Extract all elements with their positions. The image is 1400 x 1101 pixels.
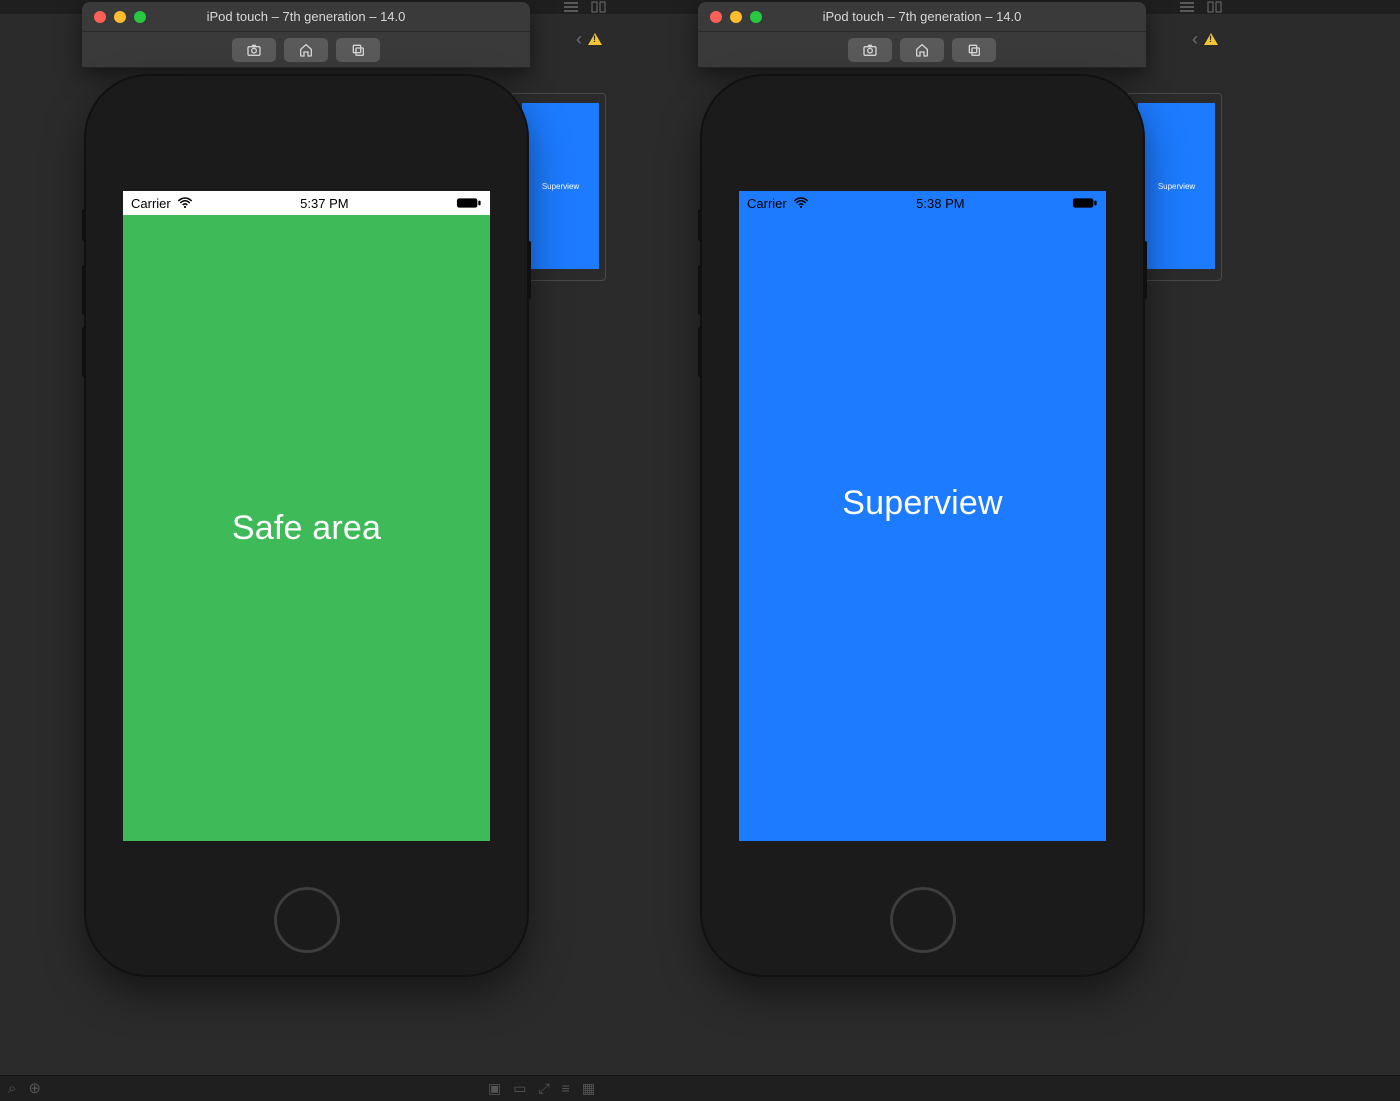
add-icon[interactable]: ⊕ (28, 1079, 41, 1097)
warning-icon[interactable] (1204, 33, 1218, 45)
home-indicator-button[interactable] (890, 887, 956, 953)
carrier-label: Carrier (747, 196, 787, 211)
ib-preview-view: Superview (1138, 103, 1215, 269)
xcode-panel-icons-right (1178, 0, 1224, 14)
volume-up-button[interactable] (82, 265, 86, 315)
home-button[interactable] (900, 38, 944, 62)
status-bar: Carrier 5:37 PM (123, 191, 490, 215)
device-frame-left: Carrier 5:37 PM Safe area (86, 76, 527, 975)
traffic-lights (94, 11, 146, 23)
device-icon[interactable]: ▭ (513, 1080, 526, 1097)
pane-nav-left: ‹ (576, 30, 602, 48)
split-icon[interactable] (1206, 0, 1224, 14)
screenshot-button[interactable] (848, 38, 892, 62)
mute-switch[interactable] (698, 209, 702, 241)
embed-icon[interactable]: ▦ (582, 1080, 595, 1097)
ib-label: Superview (542, 182, 579, 191)
zoom-window-button[interactable] (750, 11, 762, 23)
close-window-button[interactable] (710, 11, 722, 23)
device-screen: Carrier 5:37 PM Safe area (123, 191, 490, 841)
carrier-label: Carrier (131, 196, 171, 211)
mute-switch[interactable] (82, 209, 86, 241)
simulator-window-left: iPod touch – 7th generation – 14.0 (82, 2, 530, 68)
warning-icon[interactable] (588, 33, 602, 45)
simulator-toolbar (82, 32, 530, 68)
canvas-toolbar: ▣ ▭ ⤢ ≡ ▦ (480, 1075, 603, 1101)
power-button[interactable] (1143, 241, 1147, 299)
simulator-titlebar[interactable]: iPod touch – 7th generation – 14.0 (698, 2, 1146, 32)
volume-down-button[interactable] (82, 327, 86, 377)
wifi-icon (793, 197, 809, 209)
simulator-toolbar (698, 32, 1146, 68)
lines-icon[interactable] (562, 0, 580, 14)
ib-preview-view: Superview (522, 103, 599, 269)
xcode-bottom-strip (0, 1075, 1400, 1101)
content-label: Safe area (232, 509, 381, 548)
wifi-icon (177, 197, 193, 209)
device-screen: Superview Carrier 5:38 PM (739, 191, 1106, 841)
xcode-comparison-stage: ‹ ‹ Superview Superview iPod touch – 7th… (0, 0, 1400, 1101)
clock-label: 5:37 PM (300, 196, 348, 211)
minimize-window-button[interactable] (114, 11, 126, 23)
close-window-button[interactable] (94, 11, 106, 23)
screenshot-button[interactable] (232, 38, 276, 62)
chevron-left-icon[interactable]: ‹ (576, 30, 582, 48)
traffic-lights (710, 11, 762, 23)
status-bar: Carrier 5:38 PM (739, 191, 1106, 215)
lines-icon[interactable] (1178, 0, 1196, 14)
layout-icon[interactable]: ≡ (562, 1080, 570, 1096)
power-button[interactable] (527, 241, 531, 299)
rotate-button[interactable] (952, 38, 996, 62)
xcode-panel-icons-left (562, 0, 608, 14)
clock-label: 5:38 PM (916, 196, 964, 211)
simulator-title: iPod touch – 7th generation – 14.0 (698, 9, 1146, 24)
battery-icon (456, 197, 482, 209)
zoom-icon[interactable]: ⤢ (538, 1080, 549, 1097)
battery-icon (1072, 197, 1098, 209)
canvas-icon[interactable]: ▣ (488, 1080, 501, 1097)
superview-view: Superview (739, 191, 1106, 841)
simulator-window-right: iPod touch – 7th generation – 14.0 (698, 2, 1146, 68)
home-button[interactable] (284, 38, 328, 62)
simulator-titlebar[interactable]: iPod touch – 7th generation – 14.0 (82, 2, 530, 32)
ib-label: Superview (1158, 182, 1195, 191)
simulator-title: iPod touch – 7th generation – 14.0 (82, 9, 530, 24)
zoom-window-button[interactable] (134, 11, 146, 23)
content-label: Superview (842, 484, 1003, 523)
volume-up-button[interactable] (698, 265, 702, 315)
split-icon[interactable] (590, 0, 608, 14)
rotate-button[interactable] (336, 38, 380, 62)
chevron-left-icon[interactable]: ‹ (1192, 30, 1198, 48)
bottom-left-toolbar: ⌕ ⊕ (0, 1075, 49, 1101)
minimize-window-button[interactable] (730, 11, 742, 23)
volume-down-button[interactable] (698, 327, 702, 377)
device-frame-right: Superview Carrier 5:38 PM (702, 76, 1143, 975)
filter-icon[interactable]: ⌕ (8, 1080, 16, 1097)
pane-nav-right: ‹ (1192, 30, 1218, 48)
safe-area-view: Safe area (123, 215, 490, 841)
home-indicator-button[interactable] (274, 887, 340, 953)
